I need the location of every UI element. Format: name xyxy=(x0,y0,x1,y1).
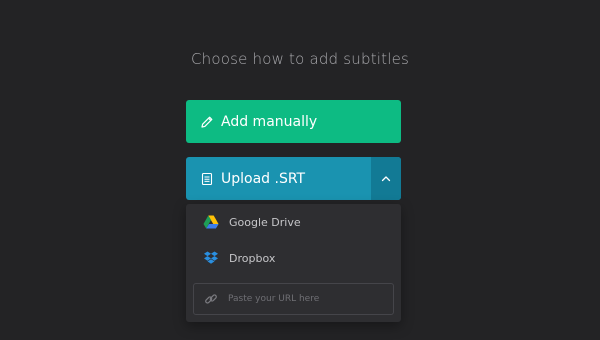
link-icon xyxy=(204,292,218,306)
upload-srt-label: Upload .SRT xyxy=(221,170,306,187)
page-heading: Choose how to add subtitles xyxy=(190,50,410,68)
dropbox-option[interactable]: Dropbox xyxy=(186,241,401,275)
document-icon xyxy=(200,172,214,186)
upload-srt-button[interactable]: Upload .SRT xyxy=(186,157,401,200)
add-manually-label: Add manually xyxy=(221,113,318,130)
dropbox-label: Dropbox xyxy=(229,251,276,265)
dropbox-icon xyxy=(203,251,219,265)
google-drive-icon xyxy=(203,215,219,229)
upload-srt-main[interactable]: Upload .SRT xyxy=(200,157,371,200)
add-manually-button[interactable]: Add manually xyxy=(186,100,401,143)
url-input[interactable] xyxy=(228,294,388,304)
chevron-up-icon xyxy=(381,175,391,183)
google-drive-option[interactable]: Google Drive xyxy=(186,205,401,239)
pencil-icon xyxy=(200,115,214,129)
google-drive-label: Google Drive xyxy=(229,215,301,229)
upload-options-dropdown: Google Drive Dropbox xyxy=(186,204,401,322)
url-field[interactable] xyxy=(193,283,394,315)
upload-options-toggle[interactable] xyxy=(371,157,401,200)
